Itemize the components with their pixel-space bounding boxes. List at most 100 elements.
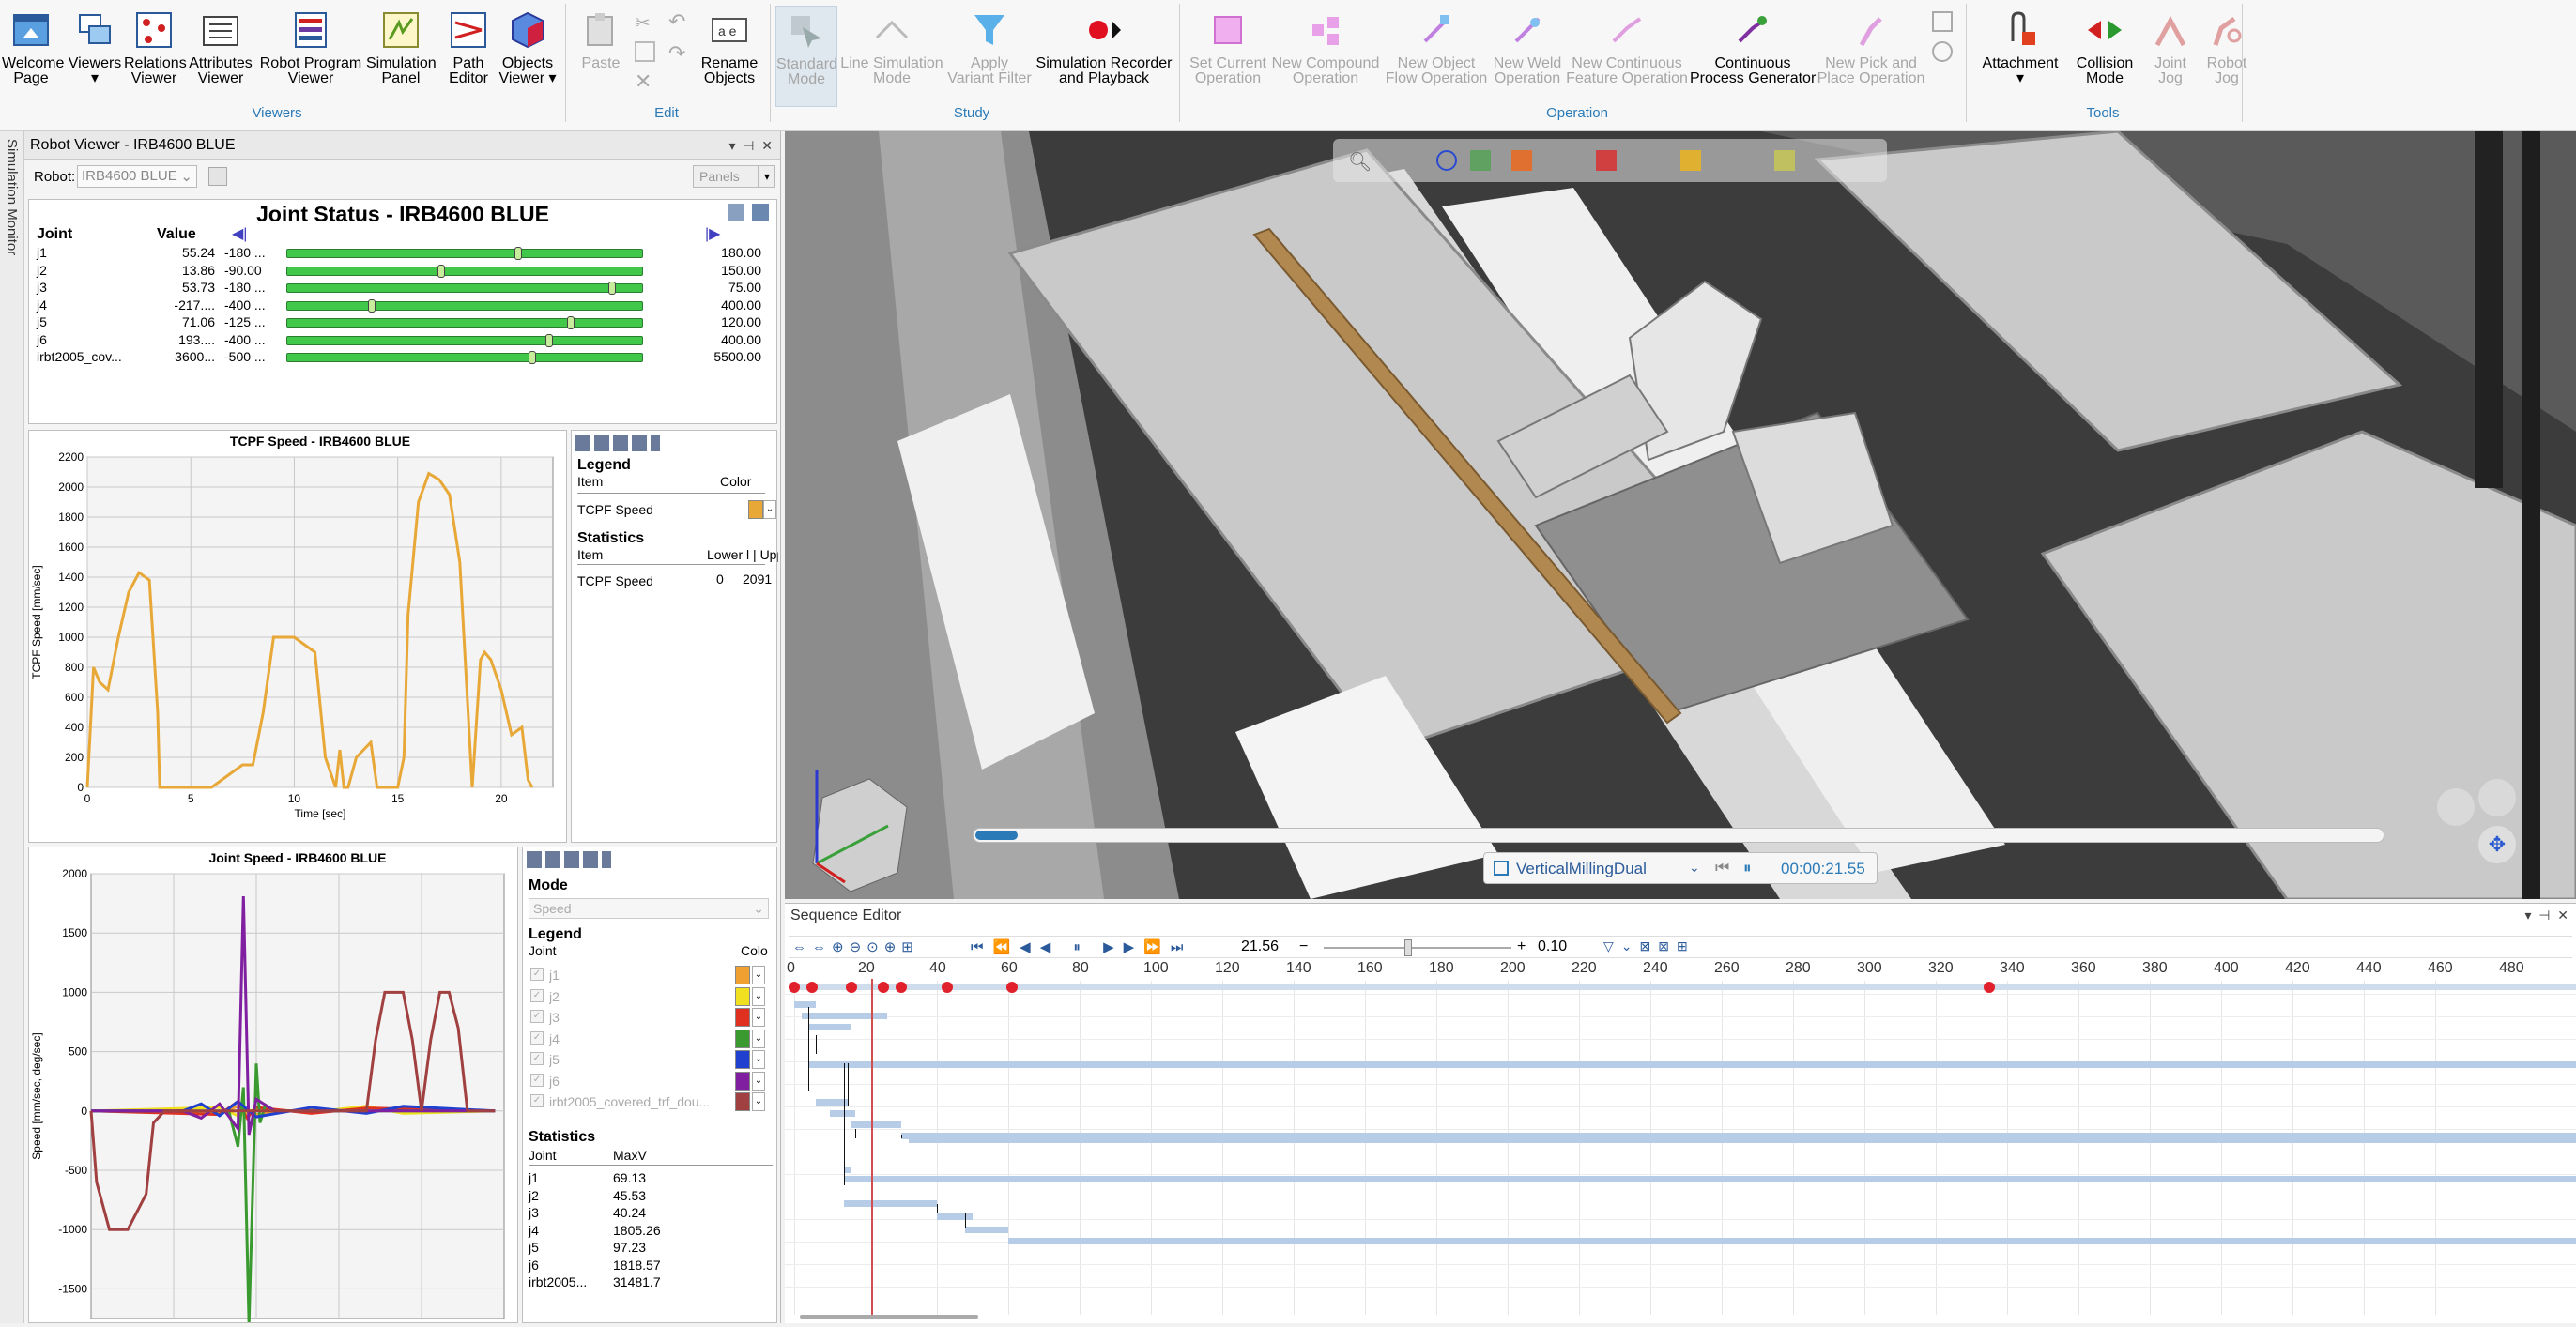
sequence-bar[interactable] [801, 1013, 887, 1019]
simulation-recorder-button[interactable]: Simulation Recorder and Playback [1035, 6, 1173, 107]
move-icon[interactable]: ✥ [2478, 826, 2516, 863]
sequence-bar[interactable] [851, 1121, 901, 1128]
joint-legend-checkbox[interactable]: ✓ [530, 1094, 544, 1107]
event-marker[interactable] [845, 982, 857, 993]
chevron-down-icon[interactable]: ⌄ [763, 500, 776, 519]
zoom-icon[interactable]: 🔍︎ [1348, 150, 1372, 174]
panel-window-controls[interactable]: ▾ ⊣ ✕ [728, 131, 773, 160]
joint-legend-checkbox[interactable]: ✓ [530, 1010, 544, 1023]
sequence-bar[interactable] [908, 1136, 2576, 1143]
sequence-bar[interactable] [844, 1200, 937, 1207]
event-marker[interactable] [878, 982, 889, 993]
rename-objects-button[interactable]: a e Rename Objects [695, 6, 764, 107]
cut-icon[interactable]: ✂ [635, 11, 655, 34]
simulation-name[interactable]: VerticalMillingDual [1516, 860, 1647, 878]
sequence-bar[interactable] [794, 1001, 816, 1008]
welcome-page-button[interactable]: Welcome Page [2, 6, 64, 107]
chevron-down-icon[interactable]: ⌄ [1689, 860, 1700, 876]
joint-slider[interactable] [286, 351, 643, 364]
render-mode-icon[interactable] [1511, 150, 1532, 171]
event-marker[interactable] [896, 982, 907, 993]
joint-slider-thumb[interactable] [437, 264, 445, 278]
joint-color-swatch[interactable] [735, 1050, 750, 1069]
joint-slider[interactable] [286, 316, 643, 329]
chevron-down-icon[interactable]: ⌄ [752, 966, 765, 984]
attachment-button[interactable]: Attachment ▾ [1971, 6, 2069, 107]
joint-color-swatch[interactable] [735, 966, 750, 984]
redo-icon[interactable]: ↷ [668, 41, 689, 65]
joint-status-option-icon[interactable] [752, 204, 769, 221]
simulation-player[interactable]: VerticalMillingDual ⌄ ⏮ ⏸ 00:00:21.55 [1483, 852, 1878, 884]
event-marker[interactable] [1984, 982, 1995, 993]
paste-button[interactable]: Paste [573, 6, 629, 107]
joint-legend-checkbox[interactable]: ✓ [530, 988, 544, 1002]
joint-legend-checkbox[interactable]: ✓ [530, 1052, 544, 1065]
robot-jog-button[interactable]: Robot Jog [2199, 6, 2255, 107]
new-compound-operation-button[interactable]: New Compound Operation [1271, 6, 1380, 107]
sequence-bar[interactable] [844, 1167, 851, 1173]
joint-slider-thumb[interactable] [367, 298, 376, 313]
relations-viewer-button[interactable]: Relations Viewer [124, 6, 187, 107]
event-marker[interactable] [942, 982, 954, 993]
objects-viewer-button[interactable]: Objects Viewer ▾ [498, 6, 558, 107]
joint-color-swatch[interactable] [735, 986, 750, 1006]
cube-view-icon[interactable] [1470, 150, 1491, 171]
robot-options-icon[interactable] [208, 167, 227, 186]
panels-dropdown[interactable]: Panels [693, 165, 759, 188]
legend-toolbar-icons[interactable] [527, 851, 611, 868]
sequence-bar[interactable] [830, 1110, 855, 1117]
joint-slider[interactable] [286, 264, 643, 278]
selection-icon[interactable] [1596, 150, 1617, 171]
pause-icon[interactable]: ⏸ [1743, 859, 1752, 877]
chevron-down-icon[interactable]: ▾ [759, 165, 775, 188]
joint-color-swatch[interactable] [735, 1029, 750, 1048]
new-object-flow-operation-button[interactable]: New Object Flow Operation [1382, 6, 1491, 107]
joint-slider-thumb[interactable] [514, 247, 522, 260]
robot-select[interactable]: IRB4600 BLUE ⌄ [77, 165, 197, 188]
new-continuous-feature-operation-button[interactable]: New Continuous Feature Operation [1564, 6, 1690, 107]
sequence-bar[interactable] [965, 1227, 1008, 1233]
continuous-process-generator-button[interactable]: Continuous Process Generator [1690, 6, 1816, 107]
3d-viewport[interactable]: 🔍︎ VerticalMillingDual ⌄ ⏮ ⏸ 00:00:21.55… [785, 131, 2576, 899]
sequence-bar[interactable] [937, 1213, 973, 1220]
new-weld-operation-button[interactable]: New Weld Operation [1493, 6, 1562, 107]
joint-color-swatch[interactable] [735, 1071, 750, 1091]
rotate-icon[interactable] [2478, 779, 2516, 816]
joint-slider[interactable] [286, 298, 643, 313]
joint-slider-thumb[interactable] [608, 282, 617, 295]
joint-slider[interactable] [286, 282, 643, 295]
operation-option-icon[interactable] [1932, 11, 1953, 32]
sequence-bar[interactable] [815, 1099, 848, 1106]
chevron-down-icon[interactable]: ⌄ [752, 986, 765, 1006]
measure-icon[interactable] [1774, 150, 1795, 171]
collision-mode-button[interactable]: Collision Mode [2067, 6, 2142, 107]
standard-mode-button[interactable]: Standard Mode [775, 6, 837, 107]
joint-status-option-icon[interactable] [728, 204, 744, 221]
joint-slider[interactable] [286, 333, 643, 347]
joint-legend-checkbox[interactable]: ✓ [530, 968, 544, 981]
fit-view-icon[interactable] [1436, 150, 1457, 171]
horizontal-scrollbar[interactable] [800, 1315, 978, 1319]
sequence-bar[interactable] [844, 1176, 2576, 1182]
viewers-button[interactable]: Viewers ▾ [66, 6, 124, 107]
line-simulation-mode-button[interactable]: Line Simulation Mode [839, 6, 944, 107]
joint-color-swatch[interactable] [735, 1008, 750, 1027]
operation-option-icon[interactable] [1932, 41, 1953, 62]
path-editor-button[interactable]: Path Editor [439, 6, 498, 107]
filter-icon[interactable] [1680, 150, 1701, 171]
tcpf-color-swatch[interactable] [748, 500, 763, 519]
simulation-monitor-tab[interactable]: Simulation Monitor [0, 131, 24, 1323]
copy-icon[interactable] [635, 41, 655, 62]
event-marker[interactable] [806, 982, 818, 993]
joint-slider-thumb[interactable] [545, 333, 554, 347]
legend-toolbar-icons[interactable] [575, 435, 660, 451]
new-pick-and-place-operation-button[interactable]: New Pick and Place Operation [1816, 6, 1926, 107]
simulation-panel-button[interactable]: Simulation Panel [366, 6, 437, 107]
attributes-viewer-button[interactable]: Attributes Viewer [188, 6, 253, 107]
joint-color-swatch[interactable] [735, 1092, 750, 1111]
set-current-operation-button[interactable]: Set Current Operation [1185, 6, 1271, 107]
chevron-down-icon[interactable]: ⌄ [752, 1029, 765, 1048]
viewport-toolbar[interactable]: 🔍︎ [1333, 139, 1887, 182]
event-marker[interactable] [1005, 982, 1018, 993]
delete-icon[interactable]: ✕ [635, 69, 655, 93]
